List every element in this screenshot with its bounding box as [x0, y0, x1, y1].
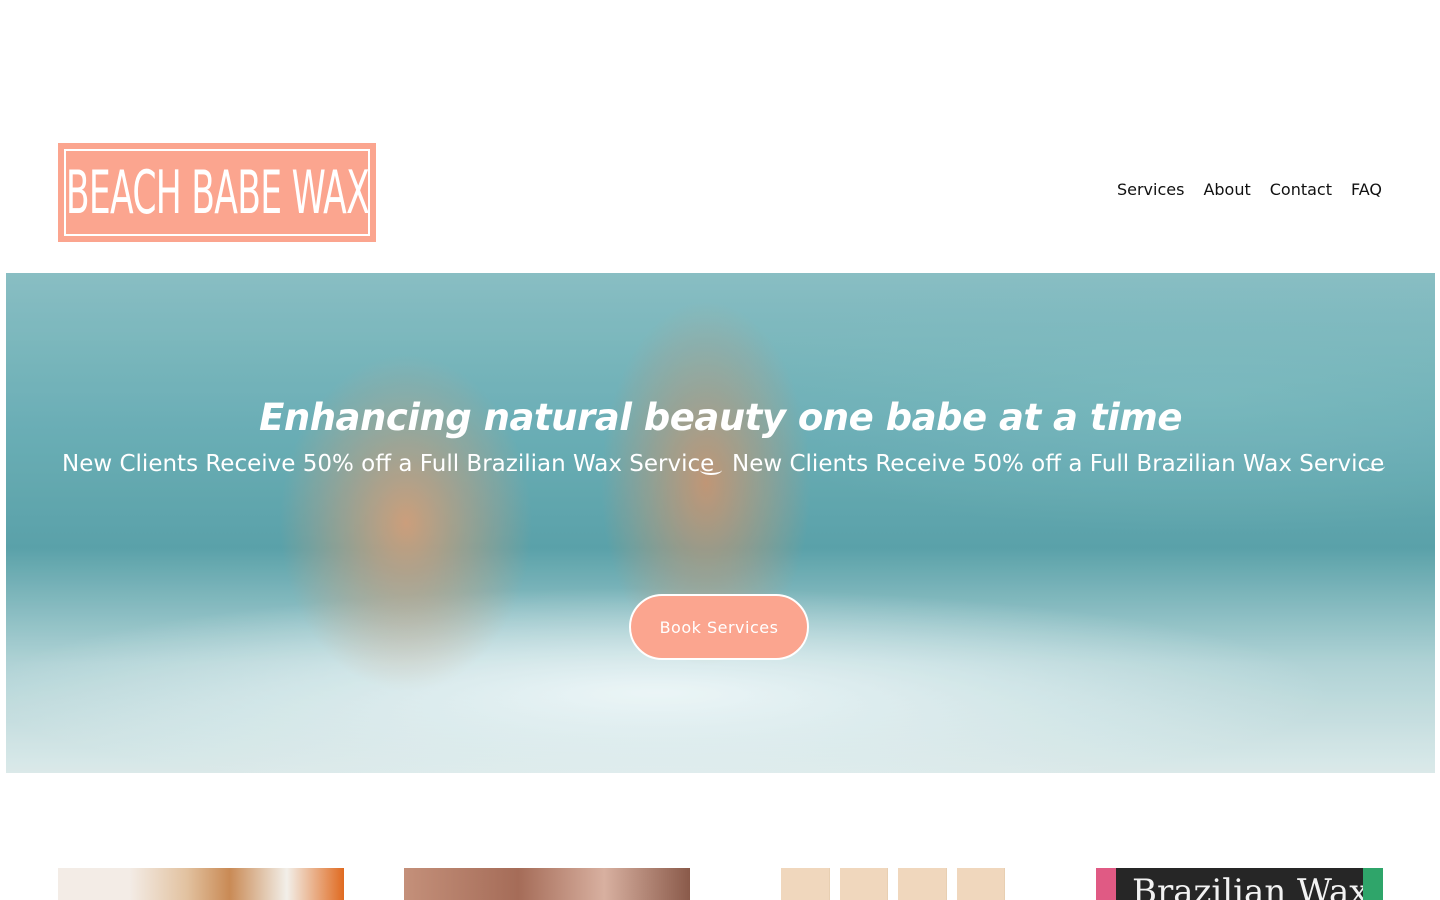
main-nav: Services About Contact FAQ [1117, 180, 1382, 199]
brazilian-wax-label: Brazilian Wax [1132, 872, 1369, 900]
leaf-decoration [1363, 868, 1383, 900]
brand-logo[interactable]: Beach Babe Wax [58, 143, 376, 242]
nav-about[interactable]: About [1203, 180, 1250, 199]
service-image-brazilian[interactable]: Brazilian Wax [1096, 868, 1383, 900]
service-image-3[interactable] [781, 868, 1005, 900]
smile-divider-icon [1367, 461, 1385, 471]
flower-decoration [1096, 868, 1116, 900]
service-image-1[interactable] [58, 868, 344, 900]
announcement-text: New Clients Receive 50% off a Full Brazi… [62, 451, 715, 477]
wax-stick [781, 868, 830, 900]
logo-frame: Beach Babe Wax [64, 149, 370, 236]
service-image-2[interactable] [404, 868, 690, 900]
wax-stick [898, 868, 947, 900]
logo-text: Beach Babe Wax [65, 157, 369, 228]
nav-services[interactable]: Services [1117, 180, 1184, 199]
wax-stick [956, 868, 1005, 900]
nav-faq[interactable]: FAQ [1351, 180, 1382, 199]
announcement-text-repeat: New Clients Receive 50% off a Full Brazi… [732, 451, 1385, 477]
wax-stick [839, 868, 888, 900]
smile-divider-icon [700, 465, 722, 475]
hero-banner: Enhancing natural beauty one babe at a t… [6, 273, 1435, 773]
hero-background-image [6, 273, 1435, 773]
announcement-marquee: New Clients Receive 50% off a Full Brazi… [62, 451, 1385, 491]
nav-contact[interactable]: Contact [1270, 180, 1332, 199]
hero-heading: Enhancing natural beauty one babe at a t… [259, 395, 1182, 439]
book-services-button[interactable]: Book Services [629, 594, 809, 660]
